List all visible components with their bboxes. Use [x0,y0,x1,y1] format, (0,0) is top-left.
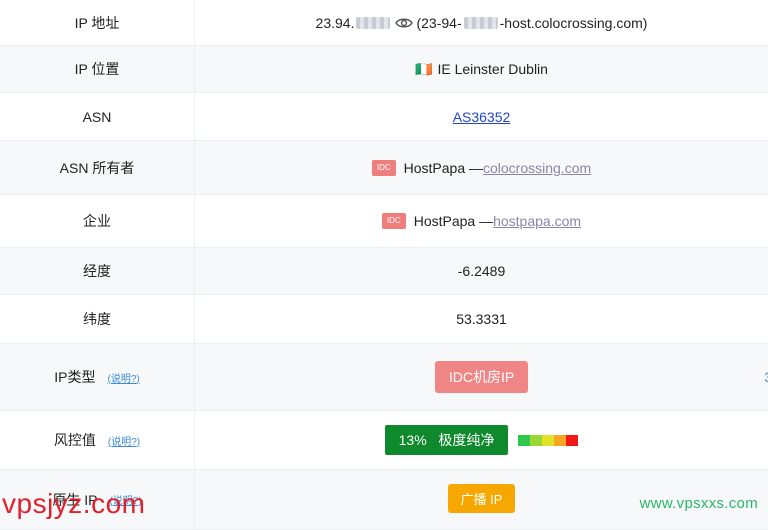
label-ip-location: IP 位置 [0,46,195,92]
value-asn: AS36352 [195,93,768,140]
value-ip-type: IDC机房IP 3 [195,344,768,410]
risk-meter-segment [542,434,555,446]
label-ip-type: IP类型 [54,369,96,385]
value-ip-address: 23.94. (23-94- -host.colocrossing.com) [195,0,768,45]
hostname-suffix: -host.colocrossing.com) [499,14,648,31]
risk-text: 极度纯净 [438,432,495,448]
value-longitude: -6.2489 [457,263,506,279]
company-name: HostPapa — [413,213,494,229]
label-asn-owner: ASN 所有者 [0,141,195,194]
row-longitude: 经度 -6.2489 [0,248,768,295]
value-asn-owner: IDC HostPapa — colocrossing.com [195,141,768,194]
label-longitude: 经度 [0,248,195,294]
idc-tag: IDC [381,213,406,229]
value-ip-location: 🇮🇪 IE Leinster Dublin [195,46,768,92]
hostname-masked-part [463,16,498,29]
label-asn: ASN [0,93,195,140]
row-ip-type: IP类型 (说明?) IDC机房IP 3 [0,344,768,411]
label-risk-cell: 风控值 (说明?) [0,411,195,469]
risk-badge: 13% 极度纯净 [384,425,509,455]
hostname-prefix: (23-94- [416,14,462,31]
risk-percent: 13% [398,432,427,448]
row-ip-location: IP 位置 🇮🇪 IE Leinster Dublin [0,46,768,93]
risk-meter-segment [554,434,567,446]
value-latitude: 53.3331 [456,311,507,327]
truncated-edge-link[interactable]: 3 [764,369,768,385]
row-latitude: 纬度 53.3331 [0,295,768,344]
row-risk-score: 风控值 (说明?) 13% 极度纯净 [0,411,768,470]
row-ip-address: IP 地址 23.94. (23-94- -host.colocrossing.… [0,0,768,46]
row-company: 企业 IDC HostPapa — hostpapa.com [0,195,768,248]
company-domain-link[interactable]: hostpapa.com [493,213,581,229]
risk-help-link[interactable]: (说明?) [108,433,140,448]
value-risk: 13% 极度纯净 [195,411,768,469]
ireland-flag-icon: 🇮🇪 [415,60,433,77]
watermark-left: vpsjyz.com [2,488,146,519]
eye-icon[interactable] [395,17,414,29]
watermark-right: www.vpsxxs.com [639,495,758,512]
row-asn: ASN AS36352 [0,93,768,141]
row-asn-owner: ASN 所有者 IDC HostPapa — colocrossing.com [0,141,768,195]
ip-type-badge: IDC机房IP [434,361,529,393]
label-risk: 风控值 [53,432,96,448]
asn-owner-name: HostPapa — [403,159,483,176]
risk-meter-segment [530,434,543,446]
label-company: 企业 [0,195,195,247]
risk-meter-segment [566,434,579,446]
risk-meter [518,434,579,446]
location-text: IE Leinster Dublin [437,61,548,77]
label-ip-address: IP 地址 [0,0,195,45]
native-badge: 广播 IP [447,484,516,513]
asn-owner-domain-link[interactable]: colocrossing.com [483,160,591,176]
label-ip-type-cell: IP类型 (说明?) [0,344,195,410]
asn-link[interactable]: AS36352 [453,109,511,125]
ip-masked-part [356,16,391,29]
idc-tag: IDC [371,159,396,176]
ip-prefix: 23.94. [315,14,355,31]
ip-type-help-link[interactable]: (说明?) [108,370,140,385]
risk-meter-segment [518,434,531,446]
value-company: IDC HostPapa — hostpapa.com [195,195,768,247]
label-latitude: 纬度 [0,295,195,343]
